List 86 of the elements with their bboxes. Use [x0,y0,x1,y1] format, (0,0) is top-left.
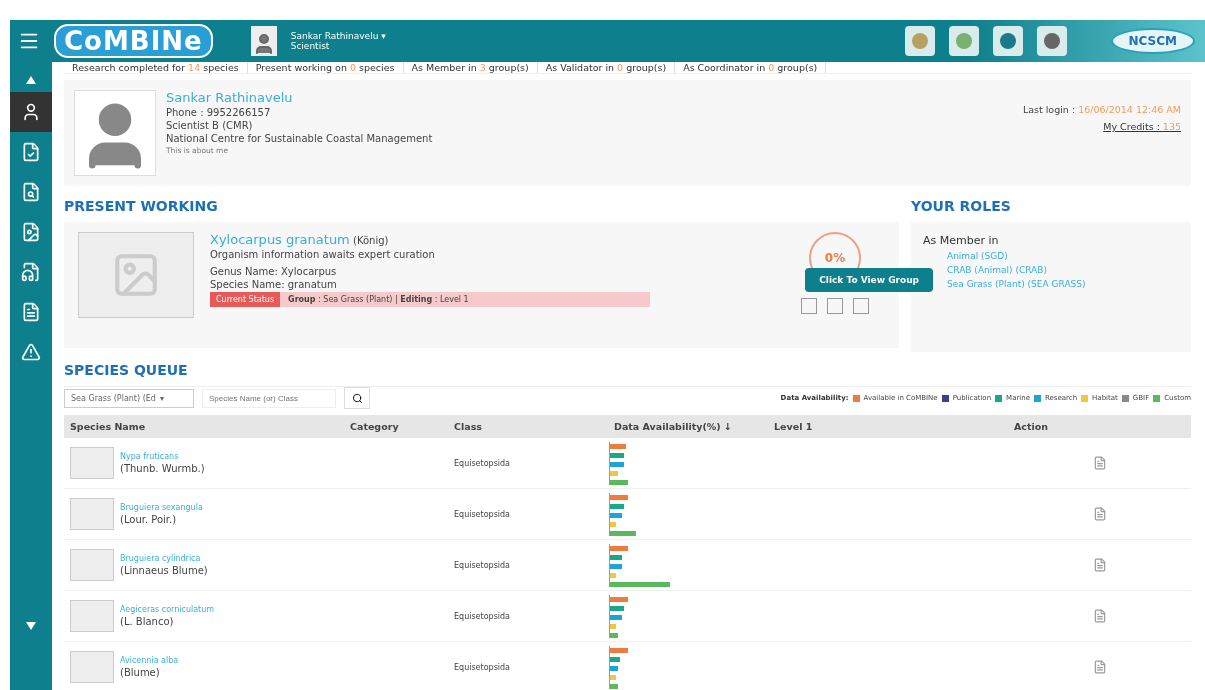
document-search-icon [21,182,41,202]
class-cell: Equisetopsida [454,662,510,672]
search-icon [351,392,363,404]
species-author: (Blume) [120,667,161,678]
data-availability-bars-drawing [608,645,628,689]
profile-name[interactable]: Sankar Rathinavelu [166,90,433,105]
app-logo: CoMBINe [54,24,213,58]
stat-text: As Validator in 0 group(s) [537,62,676,73]
data-availability-bars-drawing [608,594,628,638]
species-thumbnail [70,447,114,479]
search-button[interactable] [344,387,370,409]
scroll-up-icon[interactable] [26,76,36,84]
species-link[interactable]: Bruguiera sexangula [120,503,203,512]
document-icon[interactable] [1092,456,1107,470]
column-header[interactable]: Species Name [64,415,344,438]
emblem-icon [1036,26,1067,56]
class-cell: Equisetopsida [454,509,510,519]
emblem-icon [948,26,979,56]
profile-organization: National Centre for Sustainable Coastal Management [166,133,433,144]
user-role: Scientist [290,41,331,51]
status-badge: Current Status [210,292,281,307]
role-link[interactable]: Animal (SGD) [923,251,1179,261]
tooltip: Click To View Group [805,268,933,292]
document-icon [21,302,41,322]
species-author: (L. Blanco) [120,616,175,627]
user-avatar [250,26,277,56]
document-check-icon [21,142,41,162]
class-cell: Equisetopsida [454,458,510,468]
square-icon[interactable] [801,298,817,314]
column-header[interactable]: Level 1 [768,415,1008,438]
data-availability-bars-drawing [608,543,670,587]
data-availability-bars-drawing [608,441,628,485]
document-icon[interactable] [1092,609,1107,623]
species-author: (Lour. Poir.) [120,514,178,525]
document-icon[interactable] [1092,507,1107,521]
partner-logo: NCSCM [1110,28,1195,54]
genus-name: Genus Name: Xylocarpus [210,266,338,277]
stat-text: As Member in 3 group(s) [403,62,538,73]
column-header[interactable]: Category [344,415,448,438]
user-icon [21,102,41,122]
column-header[interactable]: Action [1008,415,1191,438]
species-title: Xylocarpus granatum (König) [210,232,390,247]
column-header[interactable]: Class [448,415,608,438]
species-author: (Linnaeus Blume) [120,565,208,576]
last-login: Last login : 16/06/2014 12:46 AM [1022,104,1181,115]
emblem-icon [992,26,1023,56]
square-icon[interactable] [827,298,843,314]
warning-icon [21,342,41,362]
species-thumbnail [70,600,114,632]
stat-text: Research completed for 14 species [64,62,248,73]
species-note: Organism information awaits expert curation [210,249,436,260]
species-author: (Thunb. Wurmb.) [120,463,205,474]
profile-phone: Phone : 9952266157 [166,107,272,118]
species-link[interactable]: Aegiceras corniculatum [120,605,215,614]
species-thumbnail [70,651,114,683]
data-availability-bars-drawing [608,492,636,536]
square-icon[interactable] [853,298,869,314]
species-link[interactable]: Nypa fruticans [120,452,205,461]
species-name: Species Name: granatum [210,279,338,290]
stat-text: Present working on 0 species [247,62,404,73]
document-audio-icon [21,262,41,282]
scroll-down-icon[interactable] [26,622,36,630]
document-image-icon [21,222,41,242]
stat-text: As Coordinator in 0 group(s) [675,62,827,73]
document-icon[interactable] [1092,558,1107,572]
search-field[interactable]: Species Name (or) Class [202,388,336,408]
emblem-icon [904,26,935,56]
group-select[interactable]: Sea Grass (Plant) (Ed ▾ [64,388,194,408]
document-icon[interactable] [1092,660,1107,674]
section-heading: PRESENT WORKING [64,198,219,214]
class-cell: Equisetopsida [454,560,510,570]
species-thumbnail [70,549,114,581]
species-thumbnail [70,498,114,530]
class-cell: Equisetopsida [454,611,510,621]
roles-title: As Member in [923,234,1000,247]
image-placeholder-icon [78,232,194,318]
user-name[interactable]: Sankar Rathinavelu ▾ [290,31,386,41]
column-header[interactable]: Data Availability(%) ↓ [608,415,768,438]
species-link[interactable]: Bruguiera cylindrica [120,554,208,563]
credits-link[interactable]: My Credits : 135 [1103,121,1181,132]
status-text: Group : Sea Grass (Plant) | Editing : Level 1 [288,295,469,304]
species-link[interactable]: Avicennia alba [120,656,179,665]
section-heading: SPECIES QUEUE [64,362,189,378]
sidebar-item[interactable] [10,92,52,132]
section-heading: YOUR ROLES [911,198,1012,214]
profile-designation: Scientist B (CMR) [166,120,254,131]
